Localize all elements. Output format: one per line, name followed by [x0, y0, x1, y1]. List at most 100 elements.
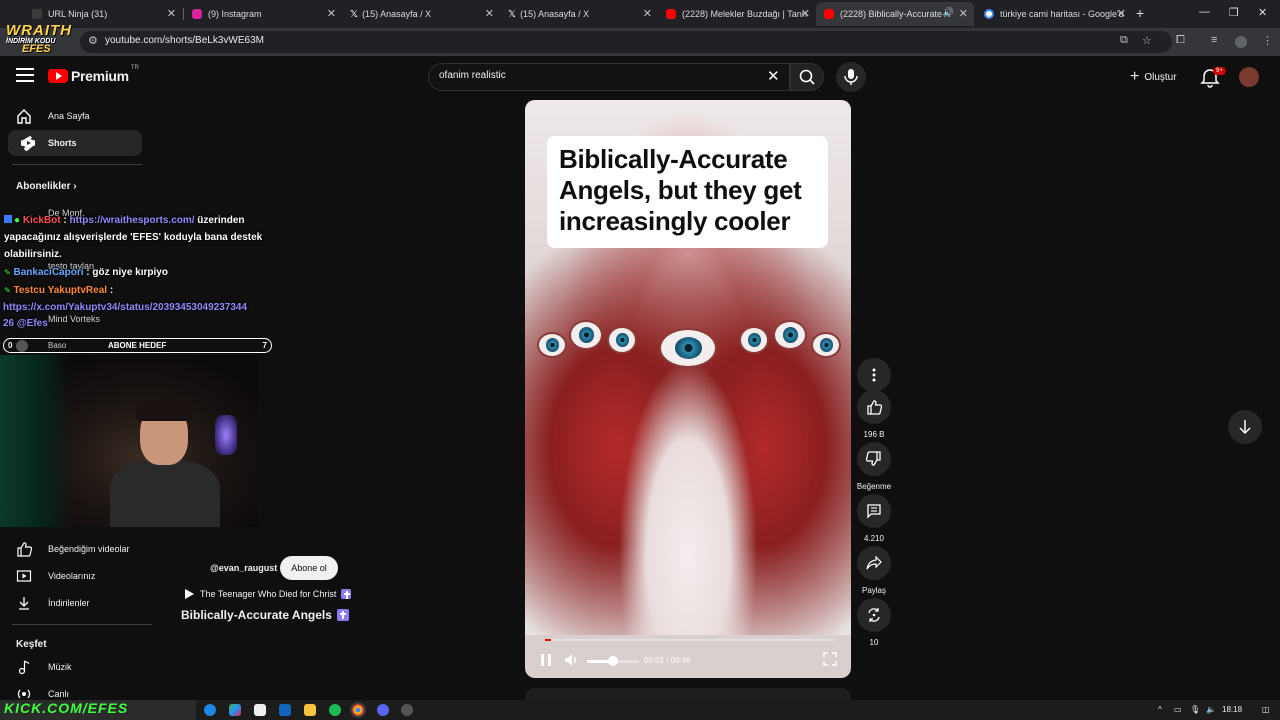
browser-tab[interactable]: URL Ninja (31) ✕ [24, 4, 182, 24]
youtube-logo[interactable]: Premium TR [48, 65, 139, 84]
minimize-icon[interactable]: — [1199, 6, 1210, 18]
media-control-icon[interactable]: ≡ [1211, 34, 1217, 46]
comments-button[interactable]: 4.210 [857, 494, 891, 543]
extensions-icon[interactable]: ⧠ [1176, 34, 1185, 47]
tray-chevron-icon[interactable]: ^ [1158, 705, 1162, 714]
sidebar-item-label: Beğendiğim videolar [48, 544, 130, 554]
notification-badge: 9+ [1213, 67, 1226, 75]
url-text[interactable]: youtube.com/shorts/BeLk3vWE63M [105, 35, 264, 46]
subscription-channel[interactable]: Mind Vorteks [48, 314, 100, 324]
playlist-link[interactable]: The Teenager Who Died for Christ [183, 588, 352, 600]
sidebar-item-shorts[interactable]: Shorts [8, 130, 142, 156]
youtube-play-icon [48, 69, 68, 83]
tab-title: türkiye cami haritası - Google'd [1000, 9, 1124, 19]
bookmark-star-icon[interactable]: ☆ [1142, 34, 1152, 47]
discord-icon[interactable] [377, 704, 389, 716]
search-value[interactable]: ofanim realistic [439, 70, 506, 81]
channel-handle[interactable]: @evan_raugust [210, 563, 277, 573]
spotify-icon[interactable] [329, 704, 341, 716]
file-explorer-icon[interactable] [304, 704, 316, 716]
edge-icon[interactable] [204, 704, 216, 716]
chat-text: : [107, 285, 114, 296]
volume-icon [565, 654, 576, 666]
tab-close-icon[interactable]: ✕ [1117, 7, 1126, 20]
remix-button[interactable]: 10 [857, 598, 891, 647]
close-window-icon[interactable]: ✕ [1258, 6, 1267, 19]
sidebar-item-label: Müzik [48, 662, 72, 672]
browser-tab-active[interactable]: (2228) Biblically-Accurate A 🔊 ✕ [816, 2, 974, 26]
clock[interactable]: 18:18 [1222, 705, 1242, 714]
home-icon [17, 109, 31, 124]
chat-text: : göz niye kırpiyo [83, 267, 168, 278]
sidebar-item-music[interactable]: Müzik [0, 654, 150, 680]
audio-playing-icon[interactable]: 🔊 [943, 7, 954, 18]
clear-search-icon[interactable]: ✕ [767, 67, 780, 85]
chrome-icon[interactable] [350, 702, 366, 718]
like-button[interactable]: 196 B [857, 390, 891, 439]
volume-knob[interactable] [608, 656, 618, 666]
subscribe-button[interactable]: Abone ol [280, 556, 338, 580]
plus-icon: + [1130, 68, 1140, 85]
share-button[interactable]: Paylaş [857, 546, 891, 595]
speaker-tray-icon[interactable]: 🔈 [1206, 705, 1216, 714]
browser-menu-icon[interactable]: ⋮ [1262, 34, 1273, 47]
tab-close-icon[interactable]: ✕ [485, 7, 494, 20]
obs-icon[interactable] [401, 704, 413, 716]
short-video-player[interactable]: Biblically-Accurate Angels, but they get… [525, 100, 851, 678]
browser-tab[interactable]: (2228) Melekler Buzdağı | Tanrı ✕ [658, 4, 816, 24]
chat-message: 26 @Efes [3, 318, 48, 329]
subscription-channel[interactable]: Baso [48, 341, 66, 350]
restore-icon[interactable]: ❐ [1229, 6, 1239, 19]
browser-tab[interactable]: 𝕏 (15) Anasayfa / X ✕ [500, 4, 658, 24]
sidebar-item-your-videos[interactable]: Videolarınız [0, 563, 150, 589]
sidebar-item-label: Ana Sayfa [48, 111, 90, 121]
download-icon [19, 597, 29, 610]
vscode-icon[interactable] [279, 704, 291, 716]
browser-tab[interactable]: (9) Instagram ✕ [184, 4, 342, 24]
progress-track[interactable] [545, 639, 835, 641]
dislike-button[interactable]: Beğenme [857, 442, 891, 491]
cross-emoji-icon [341, 589, 352, 599]
tab-close-icon[interactable]: ✕ [959, 7, 968, 20]
play-icon [185, 589, 194, 599]
create-button[interactable]: + Oluştur [1124, 64, 1190, 90]
tab-close-icon[interactable]: ✕ [327, 7, 336, 20]
new-tab-button[interactable]: + [1136, 5, 1144, 21]
google-favicon-icon [984, 9, 994, 19]
store-icon[interactable] [254, 704, 266, 716]
search-button[interactable] [790, 63, 824, 91]
sidebar-item-liked-videos[interactable]: Beğendiğim videolar [0, 536, 150, 562]
guide-menu-icon[interactable] [16, 68, 34, 86]
next-short-button[interactable] [1228, 410, 1262, 444]
notification-center-icon[interactable]: ◫ [1262, 705, 1270, 714]
sidebar-divider [12, 624, 152, 625]
tab-title: (15) Anasayfa / X [520, 9, 590, 19]
mute-button[interactable] [563, 652, 579, 673]
sidebar-item-home[interactable]: Ana Sayfa [0, 103, 150, 129]
chat-message: ● KickBot : https://wraithesports.com/ ü… [4, 215, 245, 226]
fullscreen-button[interactable] [823, 652, 837, 671]
account-avatar[interactable] [1239, 67, 1259, 87]
install-app-icon[interactable]: ⧉ [1120, 34, 1128, 47]
tab-close-icon[interactable]: ✕ [801, 7, 810, 20]
profile-avatar-icon[interactable] [1235, 36, 1247, 48]
browser-tab[interactable]: türkiye cami haritası - Google'd ✕ [976, 4, 1132, 24]
progress-fill [545, 639, 551, 641]
pause-button[interactable] [539, 652, 553, 673]
more-actions-button[interactable] [857, 358, 891, 392]
arrow-down-icon [1239, 420, 1251, 435]
sidebar-item-downloads[interactable]: İndirilenler [0, 590, 150, 616]
tab-close-icon[interactable]: ✕ [167, 7, 176, 20]
browser-tab[interactable]: 𝕏 (15) Anasayfa / X ✕ [342, 4, 500, 24]
instagram-icon [192, 9, 202, 19]
site-info-icon[interactable]: ⚙ [88, 34, 98, 47]
sidebar-item-label: Canlı [48, 689, 70, 699]
network-icon[interactable]: ▭ [1174, 705, 1182, 714]
tab-close-icon[interactable]: ✕ [643, 7, 652, 20]
chat-username: Testcu YakuptvReal [13, 285, 108, 296]
photos-icon[interactable] [229, 704, 241, 716]
subscriptions-heading[interactable]: Abonelikler › [16, 181, 77, 192]
mic-tray-icon[interactable]: 🎙 [1190, 705, 1200, 714]
thumbs-up-icon [17, 542, 32, 557]
voice-search-button[interactable] [836, 62, 866, 92]
